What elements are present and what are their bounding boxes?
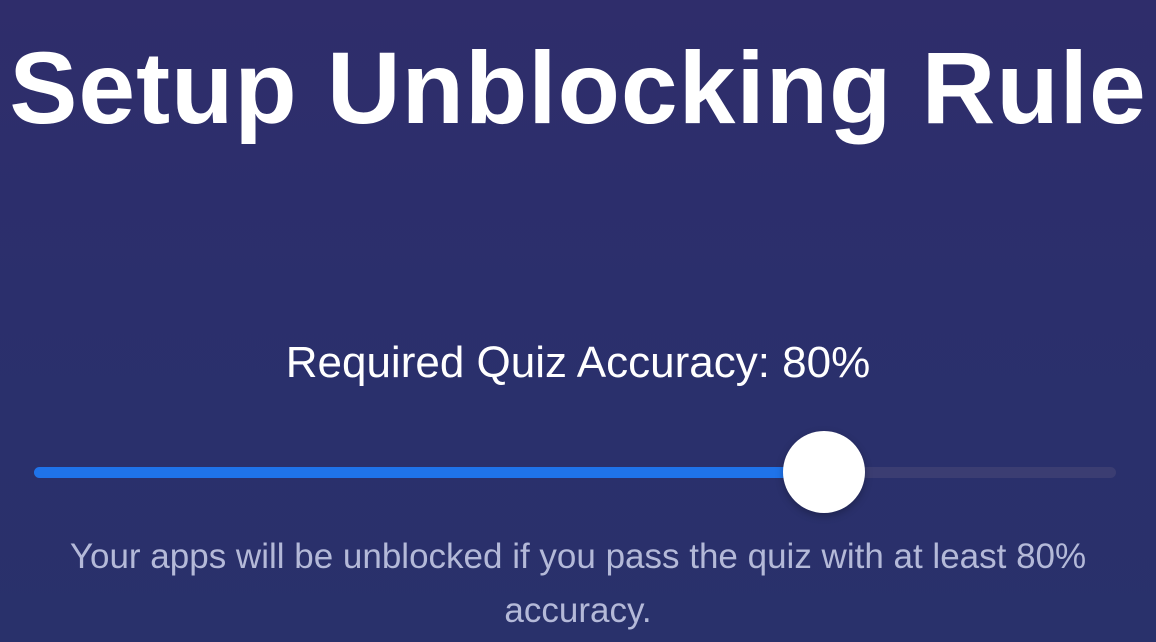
accuracy-slider[interactable]: [34, 430, 1116, 514]
required-accuracy-label: Required Quiz Accuracy: 80%: [285, 338, 871, 387]
slider-fill: [34, 467, 824, 478]
page-title: Setup Unblocking Rule: [9, 31, 1147, 145]
slider-thumb[interactable]: [783, 431, 865, 513]
unblock-description: Your apps will be unblocked if you pass …: [69, 537, 1087, 630]
setup-unblocking-rule-screen: Setup Unblocking Rule Required Quiz Accu…: [0, 0, 1156, 642]
